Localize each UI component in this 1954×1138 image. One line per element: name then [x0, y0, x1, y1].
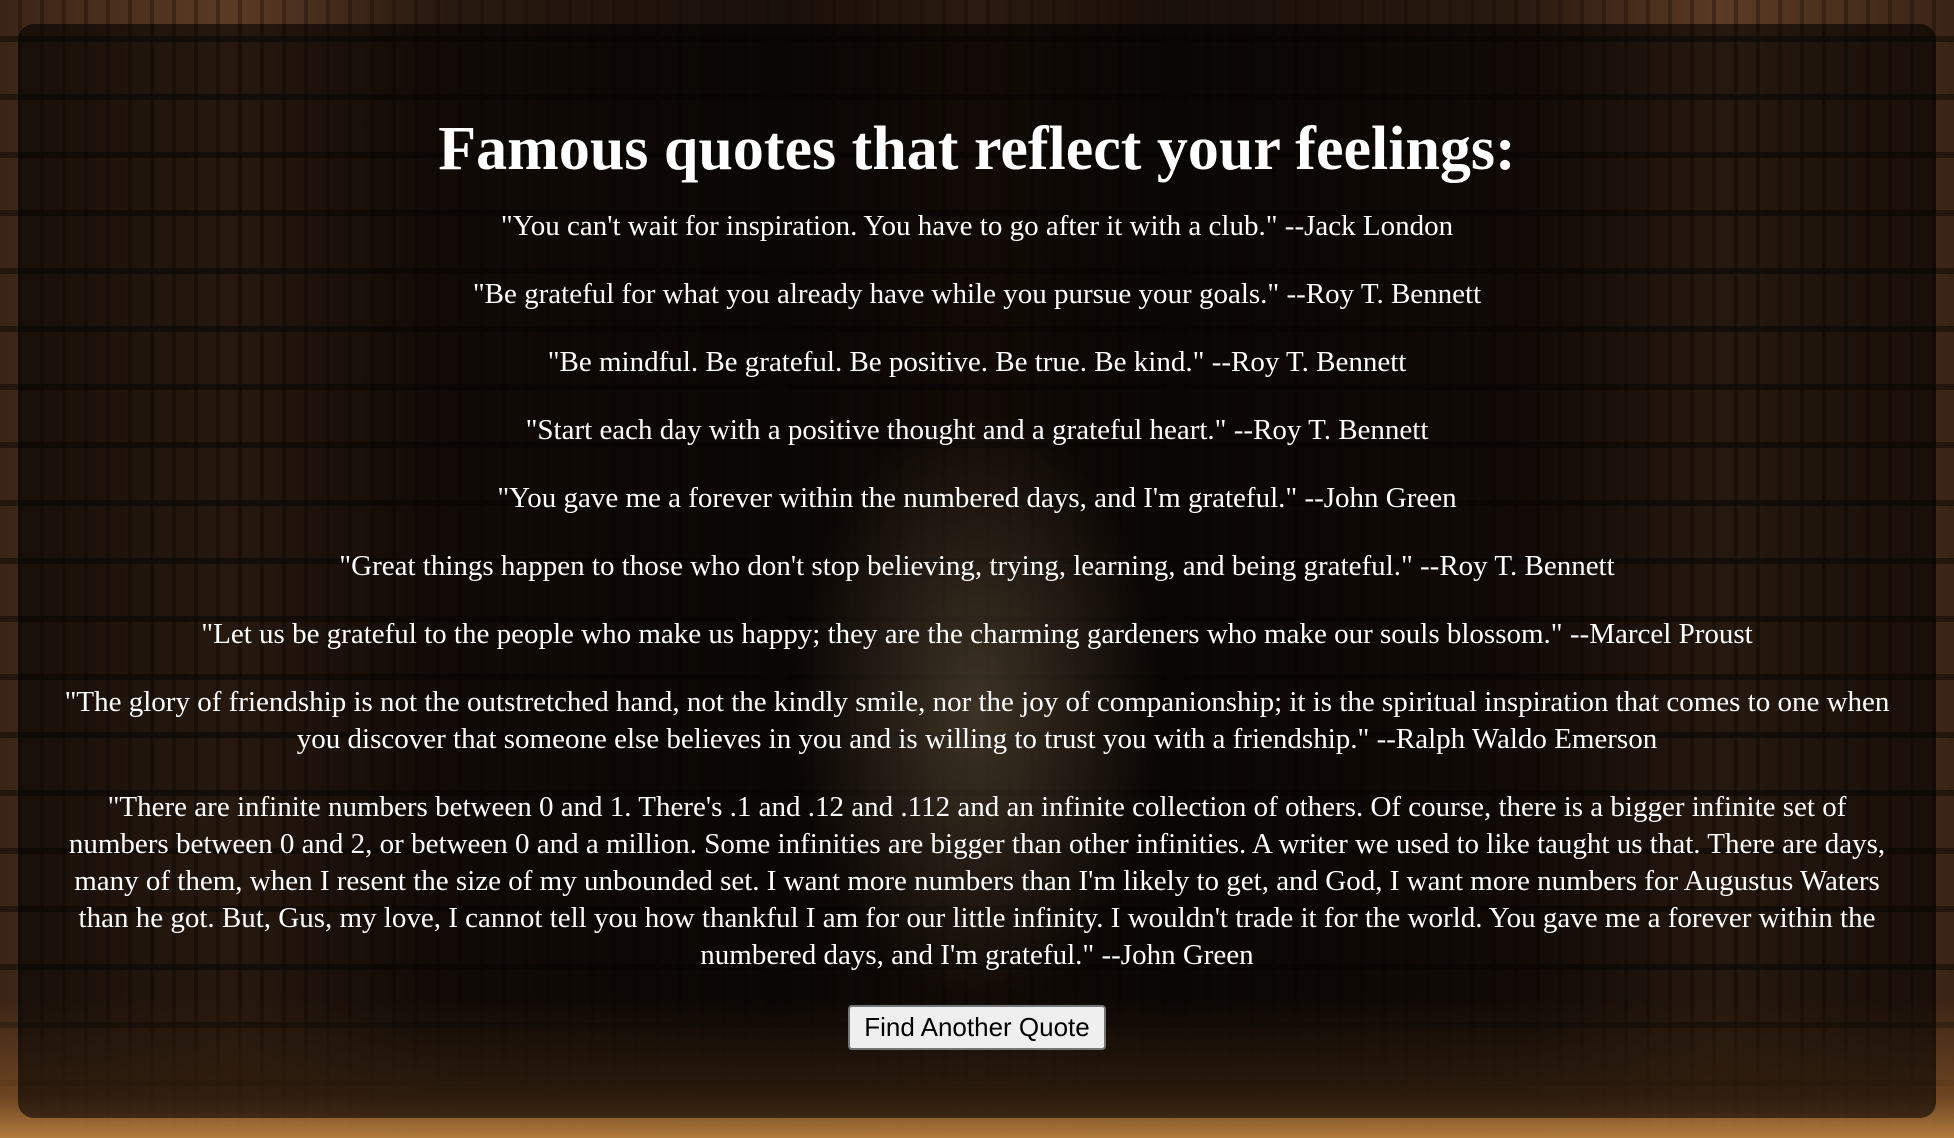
page-title: Famous quotes that reflect your feelings… — [438, 115, 1516, 183]
quote-item: "Be mindful. Be grateful. Be positive. B… — [547, 346, 1407, 379]
quote-item: "There are infinite numbers between 0 an… — [68, 791, 1886, 972]
quotes-panel: Famous quotes that reflect your feelings… — [18, 24, 1936, 1118]
find-another-quote-button[interactable]: Find Another Quote — [848, 1005, 1106, 1051]
quote-item: "You gave me a forever within the number… — [497, 482, 1457, 515]
quote-item: "You can't wait for inspiration. You hav… — [500, 210, 1454, 243]
quote-item: "Let us be grateful to the people who ma… — [201, 618, 1753, 651]
quote-list: "You can't wait for inspiration. You hav… — [58, 208, 1896, 974]
quote-item: "Be grateful for what you already have w… — [472, 278, 1482, 311]
quote-item: "Great things happen to those who don't … — [339, 550, 1615, 583]
quote-item: "Start each day with a positive thought … — [525, 414, 1429, 447]
quote-item: "The glory of friendship is not the outs… — [64, 686, 1890, 756]
button-row: Find Another Quote — [58, 1005, 1896, 1051]
